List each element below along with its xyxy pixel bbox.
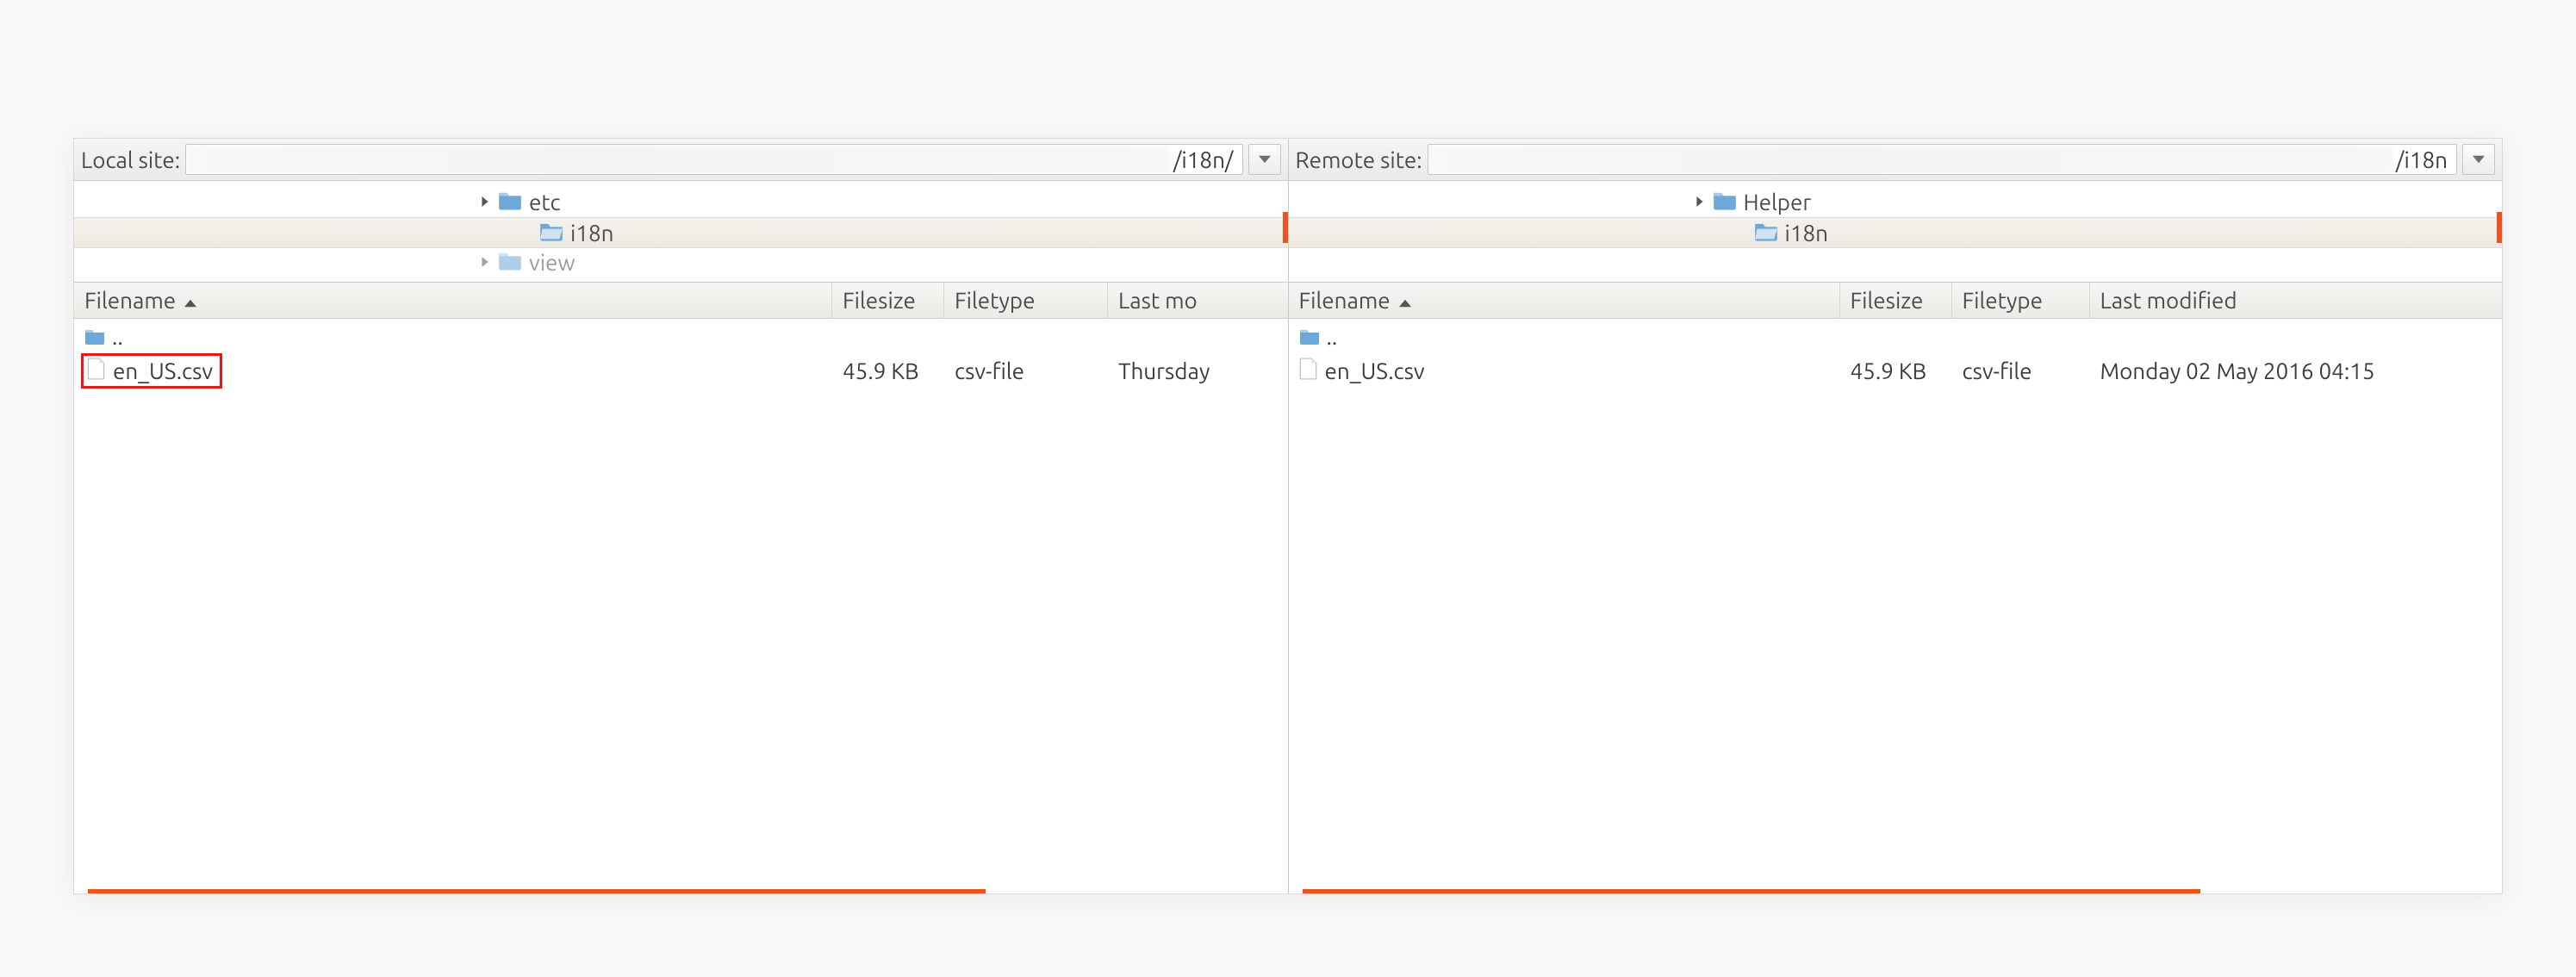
tree-item-i18n[interactable]: i18n: [74, 217, 1288, 248]
local-filelist[interactable]: .. en_US.csv 45.9 KB csv-file Thursday: [74, 319, 1288, 893]
col-filetype[interactable]: Filetype: [1952, 283, 2090, 318]
folder-icon: [498, 190, 522, 215]
status-divider: [88, 889, 986, 893]
filezilla-window: Local site: /i18n/ etc i18n: [73, 138, 2503, 894]
col-filesize-label: Filesize: [843, 288, 916, 313]
tree-scroll-marker: [1283, 212, 1288, 243]
file-size: 45.9 KB: [1840, 358, 1952, 383]
remote-pane: Remote site: /i18n Helper i18n: [1289, 139, 2503, 893]
folder-icon: [1299, 324, 1320, 349]
file-icon: [1299, 358, 1318, 384]
local-path-blurred: [186, 145, 1170, 174]
list-item-parent[interactable]: ..: [74, 319, 1288, 353]
col-lastmod[interactable]: Last modified: [2090, 283, 2503, 318]
folder-icon: [498, 250, 522, 275]
expand-icon[interactable]: [479, 196, 491, 208]
highlight-annotation: en_US.csv: [81, 353, 222, 389]
file-name: ..: [1327, 324, 1338, 349]
col-filename[interactable]: Filename: [1289, 283, 1840, 318]
file-name: ..: [112, 324, 123, 349]
remote-pathbar: Remote site: /i18n: [1289, 139, 2503, 181]
folder-open-icon: [539, 221, 563, 246]
tree-item-etc[interactable]: etc: [74, 186, 1288, 217]
local-columns: Filename Filesize Filetype Last mo: [74, 283, 1288, 319]
col-filename[interactable]: Filename: [74, 283, 832, 318]
list-item-file[interactable]: en_US.csv 45.9 KB csv-file Thursday: [74, 353, 1288, 388]
col-filesize[interactable]: Filesize: [832, 283, 944, 318]
folder-open-icon: [1754, 221, 1778, 246]
file-type: csv-file: [944, 358, 1108, 383]
file-modified: Monday 02 May 2016 04:15: [2090, 358, 2503, 383]
local-site-label: Local site:: [81, 147, 180, 172]
col-filesize[interactable]: Filesize: [1840, 283, 1952, 318]
remote-tree[interactable]: Helper i18n: [1289, 181, 2503, 283]
remote-path-tail: /i18n: [2392, 147, 2456, 172]
file-modified: Thursday: [1108, 358, 1288, 383]
tree-item-helper[interactable]: Helper: [1289, 186, 2503, 217]
local-pathbar: Local site: /i18n/: [74, 139, 1288, 181]
local-path-dropdown[interactable]: [1248, 144, 1281, 175]
local-pane: Local site: /i18n/ etc i18n: [74, 139, 1289, 893]
col-filesize-label: Filesize: [1851, 288, 1924, 313]
folder-icon: [84, 324, 105, 349]
tree-label: etc: [529, 190, 561, 215]
remote-columns: Filename Filesize Filetype Last modified: [1289, 283, 2503, 319]
remote-path-blurred: [1428, 145, 2392, 174]
col-filetype[interactable]: Filetype: [944, 283, 1108, 318]
list-item-file[interactable]: en_US.csv 45.9 KB csv-file Monday 02 May…: [1289, 353, 2503, 388]
local-path-tail: /i18n/: [1170, 147, 1242, 172]
tree-label: Helper: [1744, 190, 1812, 215]
tree-label: view: [529, 250, 576, 275]
col-lastmod-label: Last modified: [2100, 288, 2237, 313]
file-name: en_US.csv: [1325, 358, 1425, 383]
col-filename-label: Filename: [1299, 288, 1391, 313]
remote-path-input[interactable]: /i18n: [1428, 144, 2457, 175]
expand-icon[interactable]: [1694, 196, 1706, 208]
sort-asc-icon: [181, 288, 196, 313]
sort-asc-icon: [1396, 288, 1411, 313]
local-path-input[interactable]: /i18n/: [185, 144, 1242, 175]
remote-path-dropdown[interactable]: [2462, 144, 2495, 175]
tree-item-i18n[interactable]: i18n: [1289, 217, 2503, 248]
col-lastmod-label: Last mo: [1118, 288, 1198, 313]
tree-scroll-marker: [2497, 212, 2502, 243]
file-icon: [87, 358, 106, 384]
tree-label: i18n: [1785, 221, 1829, 246]
local-tree[interactable]: etc i18n view: [74, 181, 1288, 283]
folder-icon: [1713, 190, 1737, 215]
list-item-parent[interactable]: ..: [1289, 319, 2503, 353]
expand-icon[interactable]: [479, 256, 491, 268]
remote-site-label: Remote site:: [1296, 147, 1422, 172]
col-filetype-label: Filetype: [955, 288, 1036, 313]
col-lastmod[interactable]: Last mo: [1108, 283, 1288, 318]
file-name: en_US.csv: [113, 358, 213, 383]
status-divider: [1303, 889, 2200, 893]
file-type: csv-file: [1952, 358, 2090, 383]
tree-item-view[interactable]: view: [74, 246, 1288, 277]
file-size: 45.9 KB: [832, 358, 944, 383]
tree-label: i18n: [570, 221, 614, 246]
col-filename-label: Filename: [84, 288, 176, 313]
col-filetype-label: Filetype: [1963, 288, 2044, 313]
remote-filelist[interactable]: .. en_US.csv 45.9 KB csv-file Monday 02 …: [1289, 319, 2503, 893]
